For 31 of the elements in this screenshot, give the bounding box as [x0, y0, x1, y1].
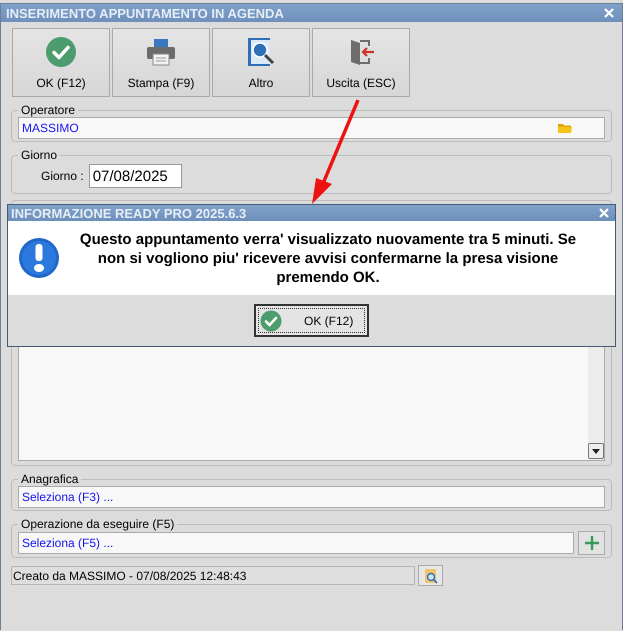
document-search-icon	[422, 568, 438, 584]
group-label: Operazione da eseguire (F5)	[20, 517, 176, 531]
operatore-field[interactable]: MASSIMO	[18, 117, 605, 139]
down-arrow-icon	[592, 448, 600, 454]
group-label: Anagrafica	[20, 472, 80, 486]
toolbar-button[interactable]: OK (F12)	[12, 28, 110, 97]
operazione-field[interactable]: Seleziona (F5) ...	[18, 532, 574, 554]
toolbar-button[interactable]: Uscita (ESC)	[312, 28, 410, 97]
plus-icon	[584, 535, 600, 551]
date-field[interactable]: 07/08/2025	[88, 164, 182, 188]
close-icon[interactable]	[599, 208, 609, 218]
history-button[interactable]	[418, 565, 443, 586]
ok-button[interactable]: OK (F12)	[254, 304, 369, 337]
dialog-message: Questo appuntamento verra' visualizzato nuovamente tra 5 minuti. Se non si vogliono piu' ricevere avvisi confermarne la presa visione premendo OK.	[78, 230, 578, 286]
toolbar-button[interactable]: Altro	[212, 28, 310, 97]
folder-icon[interactable]	[558, 122, 572, 134]
status-text: Creato da MASSIMO - 07/08/2025 12:48:43	[11, 566, 415, 585]
add-button[interactable]	[578, 531, 605, 555]
book-search-icon	[245, 36, 277, 68]
dialog-title: INFORMAZIONE READY PRO 2025.6.3	[11, 206, 246, 220]
scroll-down-button[interactable]	[588, 443, 604, 459]
group-label: Giorno	[20, 148, 58, 162]
exclamation-icon	[18, 237, 60, 279]
group-label: Operatore	[20, 103, 76, 117]
window-title: INSERIMENTO APPUNTAMENTO IN AGENDA	[6, 6, 284, 20]
check-icon	[260, 310, 282, 332]
date-label: Giorno :	[41, 169, 84, 183]
close-icon[interactable]	[604, 8, 614, 18]
check-icon	[45, 36, 77, 68]
anagrafica-field[interactable]: Seleziona (F3) ...	[18, 486, 605, 508]
toolbar-button[interactable]: Stampa (F9)	[112, 28, 210, 97]
